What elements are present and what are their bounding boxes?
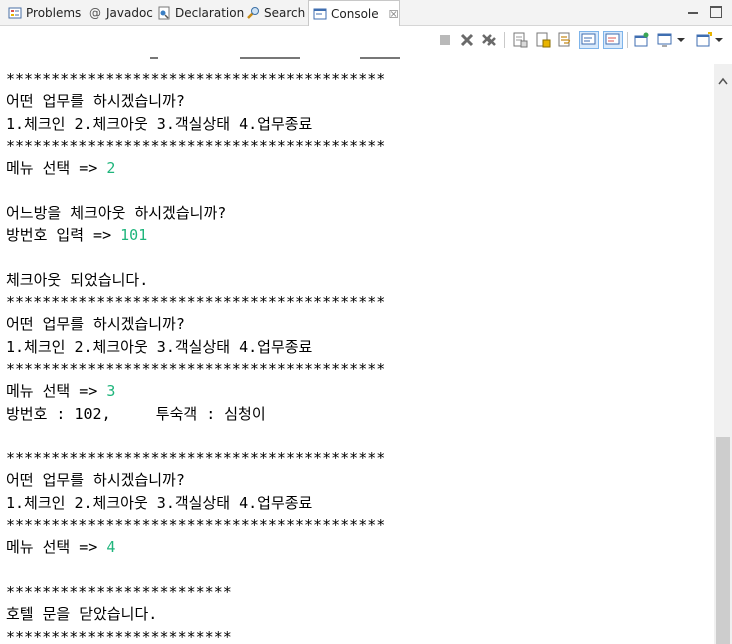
console-text: ************************* (6, 582, 232, 601)
console-text: 어떤 업무를 하시겠습니까? (6, 471, 185, 490)
tab-javadoc[interactable]: @ Javadoc (84, 0, 157, 26)
console-line: 어느방을 체크아웃 하시겠습니까? (6, 202, 226, 224)
close-icon[interactable]: ☒ (389, 8, 399, 21)
console-line: ************************* (6, 581, 232, 603)
console-user-input: 3 (106, 382, 116, 401)
console-line: ****************************************… (6, 135, 385, 157)
console-user-input: 4 (106, 538, 116, 557)
remove-launch-icon[interactable] (459, 32, 475, 48)
console-line: 방번호 : 102, 투숙객 : 심청이 (6, 403, 266, 425)
clipped-text-fragment (150, 57, 158, 59)
console-line: 호텔 문을 닫았습니다. (6, 603, 157, 625)
console-output[interactable]: ************************* ***************… (0, 64, 712, 644)
console-text: ****************************************… (6, 359, 386, 378)
console-text: 1.체크인 2.체크아웃 3.객실상태 4.업무종료 (6, 114, 313, 133)
tab-label: Declaration (175, 6, 245, 20)
open-console-icon[interactable] (696, 32, 712, 48)
vertical-scrollbar[interactable] (714, 64, 732, 644)
console-line: ************************* (6, 626, 232, 644)
chevron-down-icon[interactable] (676, 32, 686, 48)
console-text: ****************************************… (6, 449, 386, 468)
javadoc-icon: @ (89, 6, 101, 20)
declaration-icon (157, 6, 171, 20)
console-text: 어떤 업무를 하시겠습니까? (6, 92, 185, 111)
maximize-icon[interactable] (710, 6, 722, 18)
tab-declaration[interactable]: Declaration (153, 0, 248, 26)
console-line: 체크아웃 되었습니다. (6, 269, 148, 291)
display-console-icon[interactable] (657, 32, 673, 48)
console-line: 메뉴 선택 => 4 (6, 536, 115, 558)
console-text: 1.체크인 2.체크아웃 3.객실상태 4.업무종료 (6, 337, 313, 356)
console-line: 1.체크인 2.체크아웃 3.객실상태 4.업무종료 (6, 336, 312, 358)
console-line: ****************************************… (6, 68, 385, 90)
scrollbar-thumb[interactable] (716, 437, 730, 644)
console-line: 어떤 업무를 하시겠습니까? (6, 313, 185, 335)
console-user-input: 2 (106, 159, 116, 178)
console-line: 방번호 입력 => 101 (6, 224, 147, 246)
console-text: 메뉴 선택 => (6, 382, 107, 401)
console-text: 호텔 문을 닫았습니다. (6, 605, 158, 624)
console-line: 메뉴 선택 => 3 (6, 380, 115, 402)
terminate-icon[interactable] (437, 32, 453, 48)
console-text: 방번호 : 102, 투숙객 : 심청이 (6, 404, 266, 423)
console-line: 어떤 업무를 하시겠습니까? (6, 469, 185, 491)
tab-label: Javadoc (106, 6, 153, 20)
tab-label: Console (331, 7, 379, 21)
minimize-icon[interactable] (688, 6, 698, 14)
search-icon (246, 6, 260, 20)
view-tab-bar: Problems @ Javadoc Declaration Search Co… (0, 0, 732, 27)
clear-console-icon[interactable] (512, 32, 528, 48)
console-icon (313, 7, 327, 21)
console-line: ****************************************… (6, 447, 385, 469)
chevron-down-icon[interactable] (714, 32, 724, 48)
pin-console-icon[interactable] (634, 32, 650, 48)
console-user-input: 101 (120, 226, 148, 245)
console-line: 1.체크인 2.체크아웃 3.객실상태 4.업무종료 (6, 113, 312, 135)
console-line: 어떤 업무를 하시겠습니까? (6, 90, 185, 112)
console-text: 어느방을 체크아웃 하시겠습니까? (6, 203, 227, 222)
show-on-stdout-icon[interactable] (579, 31, 599, 49)
console-line: ****************************************… (6, 291, 385, 313)
console-text: ****************************************… (6, 136, 386, 155)
clipped-text-fragment (240, 57, 300, 59)
console-text: 방번호 입력 => (6, 226, 121, 245)
remove-all-terminated-icon[interactable] (481, 32, 497, 48)
word-wrap-icon[interactable] (557, 32, 573, 48)
console-text: ****************************************… (6, 70, 386, 88)
scroll-lock-icon[interactable] (535, 32, 551, 48)
console-text: 메뉴 선택 => (6, 538, 107, 557)
console-text: ************************* (6, 627, 232, 644)
console-text: ****************************************… (6, 516, 386, 534)
show-on-stderr-icon[interactable] (603, 31, 623, 49)
tab-label: Problems (26, 6, 82, 20)
console-line: ****************************************… (6, 358, 385, 380)
console-line: 1.체크인 2.체크아웃 3.객실상태 4.업무종료 (6, 492, 312, 514)
clipped-text-fragment (360, 57, 400, 59)
console-text: 체크아웃 되었습니다. (6, 270, 149, 289)
console-line: 메뉴 선택 => 2 (6, 157, 115, 179)
toolbar-separator (504, 32, 505, 48)
console-text: ****************************************… (6, 293, 386, 311)
tab-label: Search (264, 6, 306, 20)
tab-search[interactable]: Search (242, 0, 309, 26)
problems-icon (8, 6, 22, 20)
console-text: 어떤 업무를 하시겠습니까? (6, 315, 185, 334)
console-toolbar (0, 26, 732, 54)
console-line: ****************************************… (6, 514, 385, 536)
console-text: 메뉴 선택 => (6, 159, 107, 178)
tab-problems[interactable]: Problems (4, 0, 85, 26)
toolbar-separator (627, 32, 628, 48)
scroll-up-icon[interactable] (718, 70, 728, 85)
console-text: 1.체크인 2.체크아웃 3.객실상태 4.업무종료 (6, 493, 313, 512)
tab-console[interactable]: Console ☒ (308, 0, 400, 27)
